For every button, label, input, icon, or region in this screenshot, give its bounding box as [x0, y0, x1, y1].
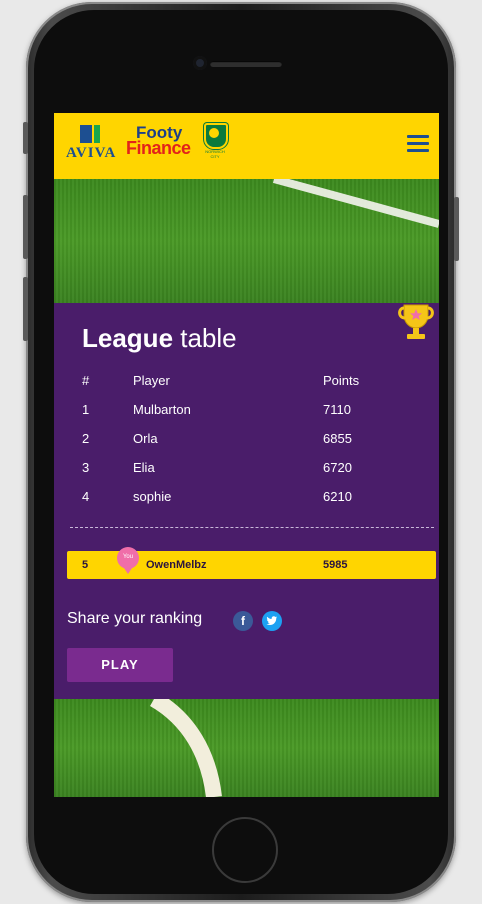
- title-bold: League: [82, 323, 174, 353]
- player-cell: Mulbarton: [133, 402, 191, 417]
- hamburger-menu-icon[interactable]: [407, 135, 429, 153]
- league-panel: League table # Player Points 1 Mulbarton…: [54, 303, 439, 699]
- page-title: League table: [82, 323, 237, 354]
- home-button[interactable]: [212, 817, 278, 883]
- footy-finance-logo[interactable]: Footy Finance: [126, 123, 198, 159]
- speaker-grille: [210, 61, 282, 67]
- mute-switch: [23, 122, 28, 154]
- column-header-rank: #: [82, 373, 90, 388]
- current-user-points: 5985: [323, 559, 348, 571]
- pitch-line-top: [272, 179, 439, 228]
- you-badge-icon: You: [117, 547, 139, 574]
- app-screen: AVIVA Footy Finance NORWICH CITY League …: [54, 113, 439, 797]
- aviva-flag-icon: [80, 125, 100, 143]
- points-cell: 6855: [323, 431, 352, 446]
- volume-up-button: [23, 195, 28, 259]
- current-user-row: 5 You OwenMelbz 5985: [67, 547, 436, 579]
- dashed-divider: [70, 527, 434, 528]
- twitter-icon[interactable]: [262, 611, 282, 631]
- front-camera: [193, 56, 207, 70]
- column-header-points: Points: [323, 373, 360, 388]
- rank-cell: 2: [82, 431, 90, 446]
- current-user-rank: 5: [82, 559, 89, 571]
- player-cell: Orla: [133, 431, 158, 446]
- ncfc-text: NORWICH CITY: [205, 149, 225, 159]
- points-cell: 6210: [323, 489, 352, 504]
- points-cell: 6720: [323, 460, 352, 475]
- footy-logo-line2: Finance: [126, 138, 191, 158]
- power-button: [454, 197, 459, 261]
- pitch-image-bottom: [54, 699, 439, 797]
- norwich-city-crest: NORWICH CITY: [204, 123, 228, 159]
- volume-down-button: [23, 277, 28, 341]
- pitch-line-bottom: [149, 699, 222, 797]
- aviva-logo-text: AVIVA: [66, 145, 117, 161]
- facebook-icon[interactable]: f: [233, 611, 253, 631]
- twitter-bird-icon: [266, 616, 277, 625]
- player-cell: Elia: [133, 460, 155, 475]
- share-ranking-label: Share your ranking: [67, 610, 203, 627]
- player-cell: sophie: [133, 489, 172, 504]
- app-header: AVIVA Footy Finance NORWICH CITY: [54, 113, 439, 179]
- current-user-name: OwenMelbz: [146, 559, 207, 571]
- rank-cell: 4: [82, 489, 90, 504]
- canary-icon: [209, 128, 219, 138]
- points-cell: 7110: [323, 402, 351, 417]
- rank-cell: 3: [82, 460, 90, 475]
- title-light: table: [180, 323, 237, 353]
- rank-cell: 1: [82, 402, 90, 417]
- play-button[interactable]: PLAY: [67, 648, 173, 682]
- pitch-image-top: [54, 179, 439, 303]
- column-header-player: Player: [133, 373, 170, 388]
- trophy-icon: [398, 304, 434, 339]
